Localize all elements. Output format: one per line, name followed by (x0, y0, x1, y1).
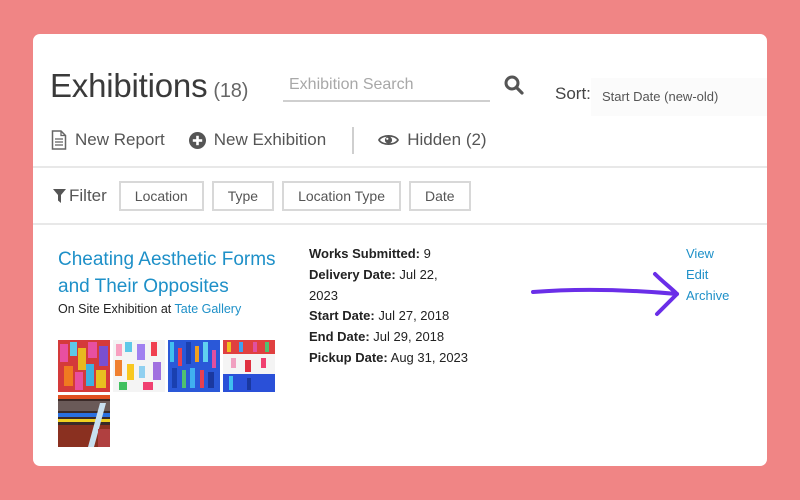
artwork-thumbnail[interactable] (58, 395, 110, 447)
pickup-date: Pickup Date: Aug 31, 2023 (309, 349, 469, 365)
exhibition-count: (18) (213, 80, 249, 102)
divider (33, 223, 767, 225)
new-report-button[interactable]: New Report (51, 130, 165, 150)
filter-label-text: Filter (69, 186, 107, 205)
exhibition-actions: View Edit Archive (686, 244, 729, 306)
divider (33, 166, 767, 168)
search-icon[interactable] (503, 74, 525, 96)
artwork-thumbnail[interactable] (58, 340, 110, 392)
page-title: Exhibitions (18) (50, 67, 248, 105)
edit-link[interactable]: Edit (686, 265, 729, 286)
new-exhibition-button[interactable]: New Exhibition (188, 130, 327, 150)
artwork-thumbnail[interactable] (223, 340, 275, 392)
funnel-icon (53, 189, 66, 203)
start-date: Start Date: Jul 27, 2018 (309, 308, 450, 324)
filter-location-type-button[interactable]: Location Type (282, 181, 401, 211)
eye-icon (378, 134, 400, 146)
hidden-label: Hidden (2) (407, 130, 487, 149)
new-exhibition-label: New Exhibition (213, 130, 327, 149)
archive-link[interactable]: Archive (686, 286, 729, 307)
exhibition-subtitle: On Site Exhibition at Tate Gallery (58, 302, 241, 316)
filter-label: Filter (53, 186, 107, 206)
filter-bar: Filter Location Type Location Type Date (53, 181, 479, 211)
exhibition-type: On Site Exhibition at (58, 302, 172, 316)
new-report-label: New Report (75, 130, 165, 149)
artwork-thumbnail[interactable] (168, 340, 220, 392)
annotation-arrow-icon (531, 272, 679, 316)
filter-location-button[interactable]: Location (118, 181, 204, 211)
search-input[interactable] (283, 70, 490, 100)
exhibition-details: Works Submitted: 9 Delivery Date: Jul 22… (309, 244, 469, 369)
filter-date-button[interactable]: Date (409, 181, 471, 211)
document-icon (51, 130, 67, 150)
plus-circle-icon (188, 131, 206, 149)
exhibition-title-link[interactable]: Cheating Aesthetic Forms and Their Oppos… (58, 246, 288, 300)
sort-label: Sort: (555, 84, 591, 103)
delivery-date: Delivery Date: Jul 22, 2023 (309, 266, 438, 303)
sort-select[interactable]: Start Date (new-old) (591, 78, 767, 116)
toolbar-divider (352, 126, 355, 154)
exhibitions-panel: Exhibitions(18) Sort: Start Date (new-ol… (33, 34, 767, 466)
works-submitted: Works Submitted: 9 (309, 246, 431, 261)
artwork-thumbnail[interactable] (113, 340, 165, 392)
end-date: End Date: Jul 29, 2018 (309, 329, 445, 345)
page-title-text: Exhibitions (50, 67, 208, 104)
artwork-thumbnails (58, 340, 280, 447)
hidden-exhibitions-button[interactable]: Hidden (2) (378, 130, 487, 150)
exhibition-location-link[interactable]: Tate Gallery (175, 302, 242, 316)
filter-type-button[interactable]: Type (211, 181, 275, 211)
search-field (283, 70, 490, 102)
view-link[interactable]: View (686, 244, 729, 265)
toolbar: New Report New Exhibition Hidden (2) (51, 126, 511, 154)
